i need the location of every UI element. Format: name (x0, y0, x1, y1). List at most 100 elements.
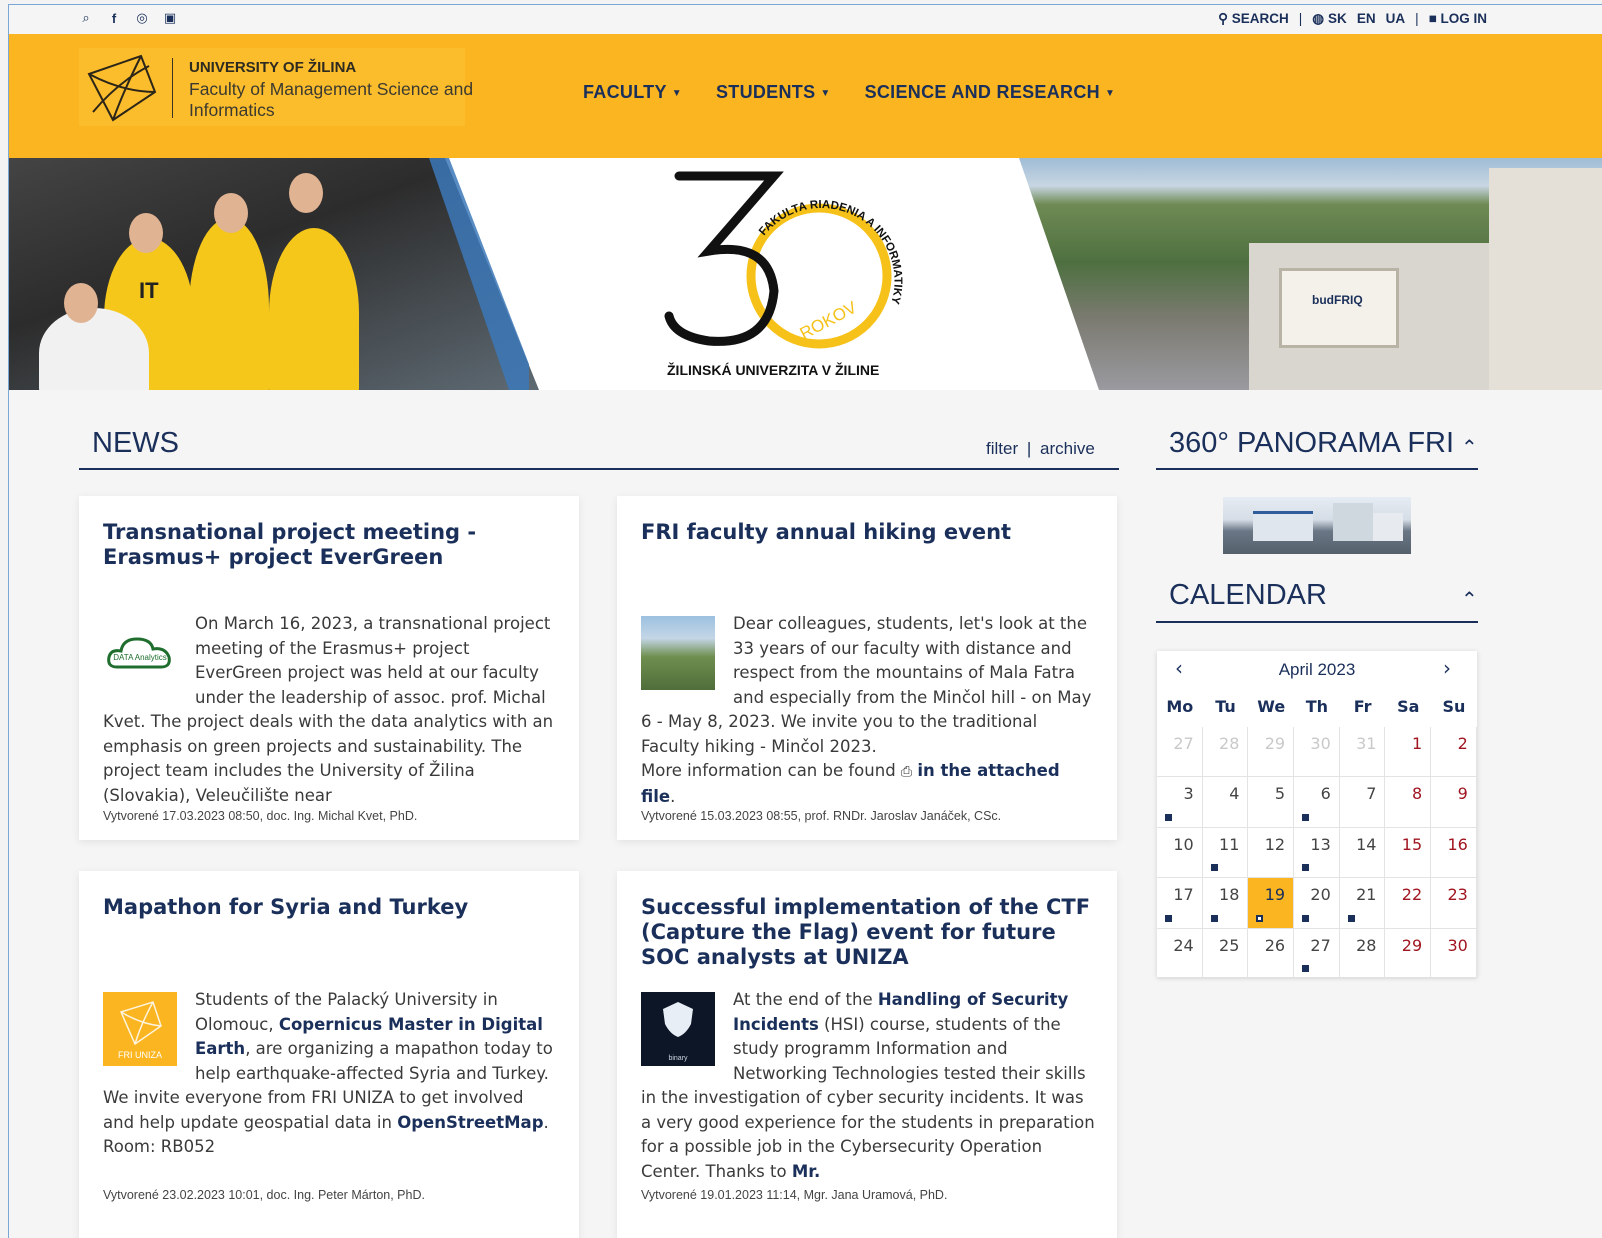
news-card-title[interactable]: Mapathon for Syria and Turkey (103, 895, 553, 920)
rss-icon[interactable]: ⌕ (79, 11, 93, 26)
faculty-logo[interactable]: UNIVERSITY OF ŽILINA Faculty of Manageme… (79, 48, 473, 126)
login-link[interactable]: ■ LOG IN (1429, 11, 1487, 27)
calendar-day[interactable]: 9 (1431, 777, 1477, 828)
panorama-thumbnail[interactable] (1223, 497, 1411, 554)
calendar-day-today[interactable]: 19 (1248, 878, 1295, 929)
event-marker[interactable] (1302, 864, 1310, 872)
weekday-label: Fr (1353, 697, 1372, 716)
calendar-day[interactable]: 25 (1202, 928, 1249, 979)
day-number: 27 (1310, 935, 1331, 955)
calendar-day[interactable]: 22 (1385, 878, 1432, 929)
day-number: 28 (1356, 935, 1377, 955)
news-card-title[interactable]: Successful implementation of the CTF (Ca… (641, 895, 1091, 970)
day-number: 24 (1173, 935, 1194, 955)
chevron-up-icon[interactable]: ⌃ (1461, 587, 1478, 611)
calendar-day[interactable]: 7 (1339, 777, 1386, 828)
event-marker[interactable] (1302, 914, 1310, 922)
calendar-day[interactable]: 18 (1202, 878, 1249, 929)
calendar-day[interactable]: 17 (1157, 878, 1203, 929)
calendar-day[interactable]: 4 (1202, 777, 1249, 828)
news-links: filter | archive (986, 439, 1095, 459)
nav-science-research[interactable]: SCIENCE AND RESEARCH ▼ (865, 82, 1116, 103)
chevron-right-icon[interactable]: › (1443, 656, 1451, 680)
calendar-day[interactable]: 29 (1248, 727, 1295, 778)
top-bar: ⌕ f ◎ ▣ ⚲ SEARCH | ◍ SK EN UA | ■ LOG IN (9, 5, 1602, 34)
calendar-day[interactable]: 21 (1339, 878, 1386, 929)
calendar-day[interactable]: 20 (1294, 878, 1340, 929)
calendar-day[interactable]: 1 (1385, 727, 1432, 778)
news-archive-link[interactable]: archive (1040, 439, 1095, 458)
calendar-day[interactable]: 27 (1294, 928, 1340, 979)
calendar-day[interactable]: 23 (1431, 878, 1477, 929)
day-number: 22 (1401, 885, 1423, 905)
calendar-day[interactable]: 15 (1385, 827, 1432, 879)
calendar-day[interactable]: 29 (1385, 928, 1432, 979)
calendar-day[interactable]: 26 (1248, 928, 1295, 979)
news-card[interactable]: Transnational project meeting - Erasmus+… (79, 496, 579, 840)
calendar-day[interactable]: 3 (1157, 777, 1203, 828)
day-number: 26 (1264, 935, 1286, 955)
day-number: 15 (1401, 834, 1423, 854)
calendar-day[interactable]: 13 (1294, 827, 1340, 879)
gallery-icon[interactable]: ▣ (163, 11, 177, 26)
punctuation: . (543, 1112, 549, 1132)
calendar-day[interactable]: 12 (1248, 827, 1295, 879)
news-card[interactable]: Mapathon for Syria and Turkey FRI UNIZA … (79, 871, 579, 1238)
calendar-day[interactable]: 16 (1431, 827, 1477, 879)
calendar-day[interactable]: 27 (1157, 727, 1203, 778)
event-marker[interactable] (1302, 964, 1310, 972)
search-link[interactable]: ⚲ SEARCH (1218, 11, 1289, 27)
chevron-up-icon[interactable]: ⌃ (1461, 435, 1478, 459)
facebook-icon[interactable]: f (107, 11, 121, 26)
calendar-day[interactable]: 30 (1294, 727, 1340, 778)
lang-en[interactable]: EN (1357, 11, 1376, 27)
calendar-day[interactable]: 31 (1339, 727, 1386, 778)
calendar-day[interactable]: 10 (1157, 827, 1203, 879)
news-card[interactable]: FRI faculty annual hiking event Dear col… (617, 496, 1117, 840)
caret-down-icon: ▼ (1104, 88, 1116, 99)
cloud-icon: DATA Analytics (107, 637, 171, 669)
person-link[interactable]: Mr. (792, 1162, 820, 1181)
top-links: ⚲ SEARCH | ◍ SK EN UA | ■ LOG IN (1218, 11, 1487, 27)
calendar-day[interactable]: 6 (1294, 777, 1340, 828)
calendar-day[interactable]: 24 (1157, 928, 1203, 979)
calendar-day[interactable]: 2 (1431, 727, 1477, 778)
event-marker[interactable] (1210, 914, 1218, 922)
logo-divider (172, 58, 173, 118)
openstreetmap-link[interactable]: OpenStreetMap (397, 1113, 543, 1132)
news-heading: NEWS (92, 427, 179, 459)
event-marker[interactable] (1256, 914, 1264, 922)
event-marker[interactable] (1165, 813, 1172, 821)
lang-sk[interactable]: SK (1328, 11, 1347, 27)
news-filter-link[interactable]: filter (986, 439, 1018, 458)
calendar-day[interactable]: 8 (1385, 777, 1432, 828)
building-billboard: budFRIQ (1279, 268, 1399, 348)
news-card-text: , are organizing a mapathon today to hel… (195, 1039, 553, 1083)
nav-students[interactable]: STUDENTS ▼ (716, 82, 831, 103)
calendar-day[interactable]: 28 (1202, 727, 1249, 778)
event-marker[interactable] (1302, 813, 1310, 821)
calendar-day[interactable]: 14 (1339, 827, 1386, 879)
students-photo: IT (9, 158, 539, 390)
instagram-icon[interactable]: ◎ (135, 11, 149, 26)
event-marker[interactable] (1210, 864, 1218, 872)
calendar-day[interactable]: 5 (1248, 777, 1295, 828)
calendar-day[interactable]: 11 (1202, 827, 1249, 879)
calendar-header: ‹ April 2023 › (1157, 651, 1477, 691)
day-number: 8 (1411, 784, 1423, 804)
panorama-heading[interactable]: 360° PANORAMA FRI (1169, 427, 1454, 460)
calendar-day[interactable]: 28 (1339, 928, 1386, 979)
news-card-title[interactable]: FRI faculty annual hiking event (641, 520, 1091, 545)
news-card-body: Dear colleagues, students, let's look at… (641, 612, 1096, 809)
calendar-day[interactable]: 30 (1431, 928, 1477, 979)
lang-ua[interactable]: UA (1386, 11, 1406, 27)
event-marker[interactable] (1165, 914, 1172, 922)
hero-banner: IT budFRIQ FAKULTA RIADENIA A INFORMATIK… (9, 158, 1602, 390)
nav-faculty[interactable]: FACULTY ▼ (583, 82, 682, 103)
news-card[interactable]: Successful implementation of the CTF (Ca… (617, 871, 1117, 1238)
room-text: Room: RB052 (103, 1137, 216, 1156)
weekday-label: Sa (1397, 697, 1420, 716)
event-marker[interactable] (1347, 914, 1355, 922)
calendar-heading[interactable]: CALENDAR (1169, 579, 1327, 612)
news-card-title[interactable]: Transnational project meeting - Erasmus+… (103, 520, 553, 570)
